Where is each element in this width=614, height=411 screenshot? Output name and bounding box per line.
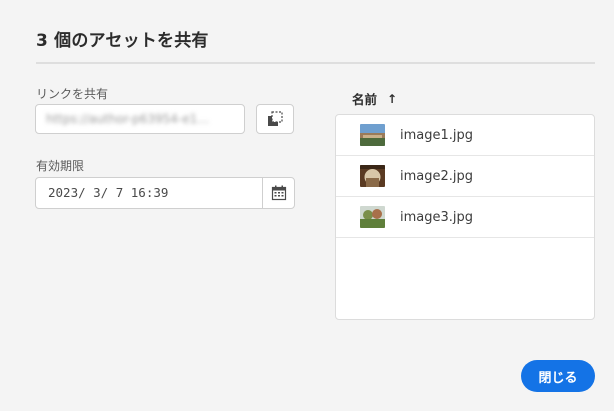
file-row-image1[interactable]: image1.jpg <box>336 115 594 156</box>
share-link-field[interactable]: https://author-p63954-e1… <box>35 104 245 134</box>
file-row-image2[interactable]: image2.jpg <box>336 156 594 197</box>
share-dialog: 3 個のアセットを共有 リンクを共有 https://author-p63954… <box>0 0 614 411</box>
file-name: image2.jpg <box>400 168 474 184</box>
file-name: image1.jpg <box>400 127 474 143</box>
copy-icon <box>268 111 283 126</box>
sort-ascending-icon[interactable]: ↑ <box>387 92 397 106</box>
name-column-header[interactable]: 名前 ↑ <box>352 89 397 108</box>
title-divider <box>36 62 595 64</box>
share-link-label: リンクを共有 <box>36 87 109 101</box>
expiration-date-field[interactable]: 2023/ 3/ 7 16:39 <box>35 177 295 209</box>
file-list: image1.jpg image2.jpg image3.jpg <box>335 114 595 320</box>
calendar-button[interactable] <box>262 178 294 208</box>
dialog-title: 3 個のアセットを共有 <box>36 31 209 51</box>
calendar-icon <box>271 185 286 201</box>
garden-thumbnail-icon <box>360 206 385 228</box>
name-column-label: 名前 <box>352 92 378 107</box>
file-name: image3.jpg <box>400 209 474 225</box>
file-row-image3[interactable]: image3.jpg <box>336 197 594 238</box>
expiration-label: 有効期限 <box>36 159 85 173</box>
close-button[interactable]: 閉じる <box>521 360 595 392</box>
expiration-date-value[interactable]: 2023/ 3/ 7 16:39 <box>36 178 262 208</box>
copy-link-button[interactable] <box>256 104 294 134</box>
landscape-thumbnail-icon <box>360 124 385 146</box>
share-link-value: https://author-p63954-e1… <box>46 112 210 126</box>
interior-thumbnail-icon <box>360 165 385 187</box>
